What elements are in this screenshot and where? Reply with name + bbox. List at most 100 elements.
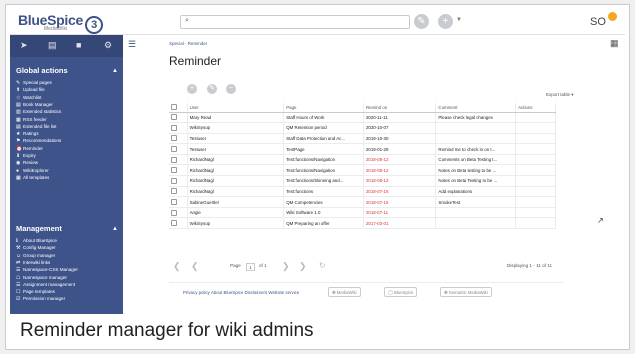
row-checkbox[interactable] [169, 207, 188, 219]
cell-page[interactable]: Test:functions/Navigation [283, 164, 364, 177]
refresh-icon[interactable]: ↻ [319, 261, 326, 270]
checkbox[interactable] [171, 220, 177, 227]
row-checkbox[interactable] [169, 196, 188, 208]
sidebar-item-about-bluespice[interactable]: ℹ About BlueSpice [16, 238, 57, 244]
sidebar-item-group-manager[interactable]: ☺ Group manager [16, 253, 55, 259]
row-checkbox[interactable] [169, 112, 188, 124]
column-header-page[interactable]: Page [283, 103, 364, 113]
checkbox[interactable] [171, 124, 177, 131]
add-icon[interactable]: + [438, 14, 453, 29]
cell-actions[interactable] [515, 207, 556, 219]
menu-toggle-icon[interactable]: ☰ [128, 39, 136, 50]
cell-user[interactable]: RichardNagl [187, 164, 285, 177]
cell-user[interactable]: RichardNagl [187, 154, 285, 166]
cell-page[interactable]: QM Retention period [283, 122, 364, 134]
cell-actions[interactable] [515, 175, 556, 187]
table-row[interactable]: Mary Read Staff Hours of Work 2020-11-11 Pl… [169, 112, 556, 124]
row-checkbox[interactable] [169, 143, 188, 155]
cell-user[interactable]: WikiSysop [187, 122, 285, 134]
apps-grid-icon[interactable]: ▦ [610, 38, 619, 49]
sidebar-tool-gear-icon[interactable]: ⚙ [104, 40, 112, 51]
last-page-icon[interactable]: ❯ [299, 261, 307, 272]
cell-actions[interactable] [515, 133, 556, 145]
table-row[interactable]: WikiSysop QM Preparing an offer 2017-03-01 [169, 217, 556, 230]
cell-actions[interactable] [515, 122, 556, 134]
mediawiki-badge[interactable]: ❁ MediaWiki [328, 287, 361, 297]
checkbox[interactable] [171, 156, 177, 163]
sidebar-item-recommendations[interactable]: ⚑ Recommendations [16, 138, 61, 144]
row-checkbox[interactable] [169, 217, 188, 230]
cell-page[interactable]: Test:functions/Skinning and... [283, 175, 364, 187]
cell-actions[interactable] [515, 143, 556, 155]
cell-page[interactable]: Test:functions/Navigation [283, 154, 364, 166]
cell-user[interactable]: WikiSysop [187, 217, 285, 230]
chevron-up-icon[interactable]: ▲ [112, 226, 118, 232]
sidebar-tool-book-icon[interactable]: ▤ [48, 40, 57, 51]
semantic-mediawiki-badge[interactable]: ❁ Semantic MediaWiki [440, 287, 492, 297]
page-number-input[interactable]: 1 [246, 263, 255, 271]
table-row[interactable]: RichardNagl Test:functions/Navigation 2018… [169, 154, 556, 166]
sidebar-item-rss-feeder[interactable]: ▦ RSS feeder [16, 117, 47, 123]
table-row[interactable]: Testuser TestPage 2019-01-29 Remind me to c… [169, 143, 556, 155]
sidebar-item-watchlist[interactable]: ☆ Watchlist [16, 95, 41, 101]
cell-user[interactable]: Testuser [187, 143, 285, 155]
row-checkbox[interactable] [169, 186, 188, 198]
sidebar-item-interwiki-links[interactable]: ⇄ Interwiki links [16, 260, 50, 266]
checkbox[interactable] [171, 146, 177, 153]
table-row[interactable]: RichardNagl Test:functions/Skinning and..… [169, 175, 556, 187]
cell-page[interactable]: TestPage [283, 143, 364, 155]
user-menu[interactable]: SO [590, 16, 606, 28]
column-header-user[interactable]: User [187, 103, 285, 113]
sidebar-item-wikiexplorer[interactable]: ● WikiExplorer [16, 168, 49, 174]
add-reminder-button[interactable]: + [187, 84, 197, 94]
pencil-icon[interactable]: ✎ [414, 14, 429, 29]
sidebar-item-expiry[interactable]: ⬇ Expiry [16, 153, 36, 159]
sidebar-item-assignment-management[interactable]: ☰ Assignment management [16, 282, 75, 288]
footer-links[interactable]: Privacy policy About BlueSpice Disclaime… [183, 290, 299, 295]
checkbox[interactable] [171, 135, 177, 142]
row-checkbox[interactable] [169, 154, 188, 166]
management-title[interactable]: Management [16, 224, 62, 233]
global-actions-title[interactable]: Global actions [16, 66, 68, 75]
row-checkbox[interactable] [169, 164, 188, 177]
checkbox[interactable] [171, 114, 177, 121]
cell-user[interactable]: SabineGuertler [187, 196, 285, 208]
delete-reminder-button[interactable]: − [226, 84, 236, 94]
cell-actions[interactable] [515, 217, 556, 230]
sidebar-item-namespace-manager[interactable]: ☖ Namespace manager [16, 275, 67, 281]
column-header-comment[interactable]: Comment [435, 103, 517, 113]
column-header-remind-on[interactable]: Remind on [363, 103, 437, 113]
sidebar-item-config-manager[interactable]: ⚒ Config Manager [16, 245, 56, 251]
column-header-actions[interactable]: Actions [515, 103, 556, 113]
checkbox[interactable] [171, 199, 177, 206]
cell-actions[interactable] [515, 154, 556, 166]
bluespice-badge[interactable]: ◯ BlueSpice [384, 287, 418, 297]
breadcrumb[interactable]: Special · Reminder [169, 41, 207, 46]
cell-page[interactable]: QM Preparing an offer [283, 217, 364, 230]
edit-reminder-button[interactable]: ✎ [207, 84, 217, 94]
select-all-checkbox[interactable] [169, 103, 188, 113]
row-checkbox[interactable] [169, 133, 188, 145]
checkbox[interactable] [171, 104, 177, 111]
cell-actions[interactable] [515, 196, 556, 208]
sidebar-item-extended-statistics[interactable]: ▥ Extended statistics [16, 109, 61, 115]
cell-page[interactable]: Wiki Software 1.0 [283, 207, 364, 219]
sidebar-item-namespace-css-manager[interactable]: ☰ Namespace-CSS Manager [16, 267, 78, 273]
search-input[interactable]: ⌕ [180, 15, 410, 29]
sidebar-item-all-templates[interactable]: ▦ All templates [16, 175, 49, 181]
cell-page[interactable]: QM Competencies [283, 196, 364, 208]
cell-page[interactable]: Test:functions [283, 186, 364, 198]
row-checkbox[interactable] [169, 175, 188, 187]
checkbox[interactable] [171, 209, 177, 216]
cell-user[interactable]: RichardNagl [187, 175, 285, 187]
export-table-button[interactable]: Export table ▾ [546, 92, 574, 98]
sidebar-item-page-templates[interactable]: ☐ Page templates [16, 289, 55, 295]
sidebar-item-reminder[interactable]: ⏰Reminder [16, 146, 43, 152]
next-page-icon[interactable]: ❯ [282, 261, 290, 272]
row-checkbox[interactable] [169, 122, 188, 134]
cell-actions[interactable] [515, 164, 556, 177]
cell-actions[interactable] [515, 186, 556, 198]
cell-page[interactable]: Staff Hours of Work [283, 112, 364, 124]
chevron-down-icon[interactable]: ▼ [456, 17, 462, 23]
sidebar-item-ratings[interactable]: ★ Ratings [16, 131, 39, 137]
